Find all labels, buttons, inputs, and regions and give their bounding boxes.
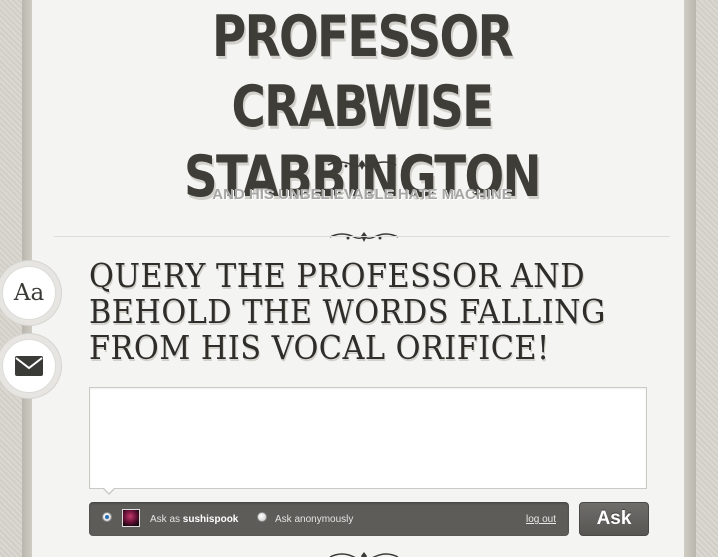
blog-title[interactable]: PROFESSOR CRABWISE STABBINGTON [91, 2, 632, 212]
ask-as-user-radio[interactable] [102, 512, 112, 522]
ask-as-prefix: Ask as [150, 514, 181, 525]
flourish-ornament-icon [327, 160, 397, 170]
avatar [122, 509, 140, 527]
ask-as-username: sushispook [182, 514, 239, 525]
question-input[interactable] [89, 387, 647, 489]
blog-title-line1: PROFESSOR CRABWISE [211, 4, 514, 140]
question-box-tail-inner [104, 488, 114, 493]
ask-heading-line3: FROM HIS VOCAL ORIFICE! [89, 328, 550, 367]
ask-heading-line2: BEHOLD THE WORDS FALLING [89, 292, 606, 331]
divider-ornament-icon [329, 232, 399, 242]
font-size-button[interactable]: Aa [2, 266, 56, 320]
ask-heading-line1: QUERY THE PROFESSOR AND [89, 256, 586, 295]
page-edge-right [684, 0, 696, 557]
ask-heading: QUERY THE PROFESSOR AND BEHOLD THE WORDS… [89, 258, 623, 366]
ask-anonymously-label[interactable]: Ask anonymously [275, 514, 353, 525]
logout-link[interactable]: log out [526, 514, 556, 525]
message-button[interactable] [2, 339, 56, 393]
section-divider [54, 236, 670, 237]
font-size-label: Aa [13, 280, 45, 306]
envelope-icon [15, 356, 43, 376]
ask-button[interactable]: Ask [579, 502, 649, 536]
blog-subtitle: AND HIS UNBELIEVABLE HATE MACHINE [212, 186, 512, 203]
bottom-ornament-icon [329, 552, 399, 557]
ask-anonymously-radio[interactable] [257, 512, 267, 522]
ask-as-label[interactable]: Ask as sushispook [150, 514, 238, 525]
